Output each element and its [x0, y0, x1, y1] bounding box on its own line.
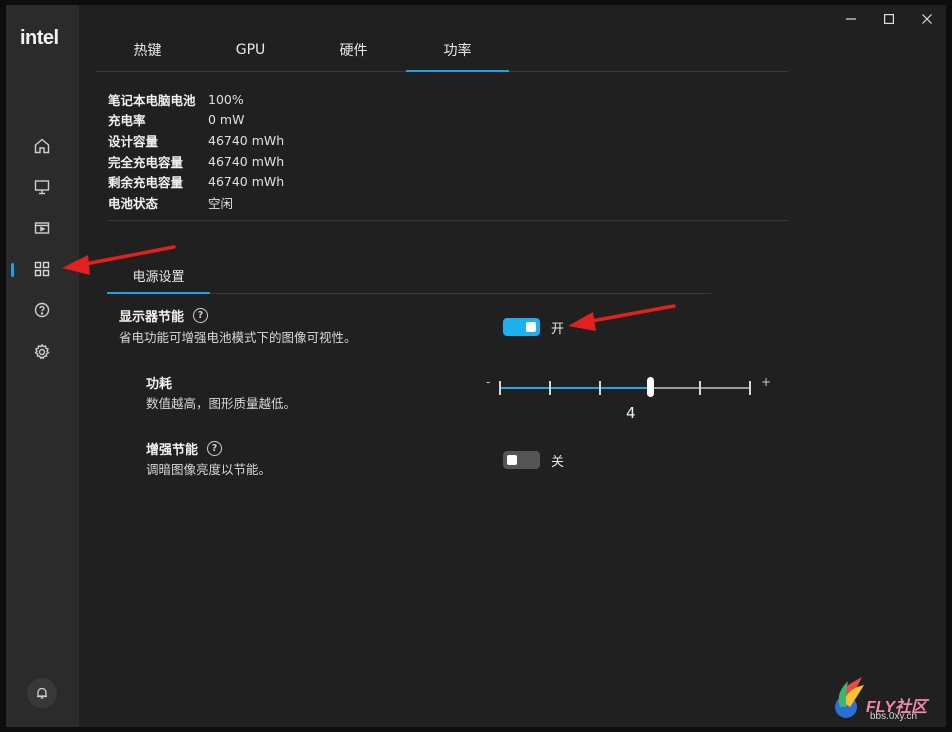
sidebar-item-video[interactable]: [28, 214, 56, 242]
maximize-icon: [884, 14, 894, 24]
battery-status-value: 空闲: [208, 195, 234, 211]
power-level-title: 功耗: [146, 377, 173, 392]
tab-power[interactable]: 功率: [406, 29, 509, 72]
charge-rate-label: 充电率: [108, 113, 146, 129]
watermark-subtext: bbs.0xy.cn: [870, 711, 918, 722]
full-charge-capacity-row: 完全充电容量 46740 mWh: [108, 151, 284, 172]
enhanced-saving-title: 增强节能: [146, 443, 199, 458]
monitor-icon: [34, 180, 50, 195]
charge-rate-row: 充电率 0 mW: [108, 110, 284, 131]
gear-icon: [34, 343, 50, 360]
active-indicator: [11, 263, 14, 277]
sidebar-item-help[interactable]: [28, 296, 56, 324]
sidebar-item-home[interactable]: [28, 132, 56, 160]
sidebar-item-display[interactable]: [28, 173, 56, 201]
slider-tick: [749, 381, 751, 395]
tab-hotkeys[interactable]: 热键: [96, 29, 199, 70]
slider-tick: [699, 381, 701, 395]
remaining-capacity-row: 剩余充电容量 46740 mWh: [108, 171, 284, 192]
design-capacity-row: 设计容量 46740 mWh: [108, 130, 284, 151]
battery-label: 笔记本电脑电池: [108, 92, 196, 108]
window-controls: [832, 5, 946, 33]
enhanced-saving-help-icon[interactable]: ?: [207, 441, 223, 456]
enhanced-saving-toggle[interactable]: [503, 451, 540, 469]
maximize-button[interactable]: [870, 5, 908, 33]
section-divider: [108, 220, 788, 221]
toggle-knob: [507, 455, 517, 465]
power-level-slider: - + 4: [486, 371, 776, 422]
sidebar-item-apps[interactable]: [28, 255, 56, 283]
close-icon: [922, 14, 932, 24]
design-capacity-label: 设计容量: [108, 133, 159, 149]
minimize-button[interactable]: [832, 5, 870, 33]
slider-tick: [599, 381, 601, 395]
full-charge-capacity-label: 完全充电容量: [108, 154, 184, 170]
intel-logo: intel: [20, 27, 59, 49]
watermark: FLY社区 bbs.0xy.cn: [826, 673, 950, 729]
sidebar: intel: [6, 5, 79, 727]
tab-gpu[interactable]: GPU: [199, 29, 302, 70]
display-saving-toggle[interactable]: [503, 318, 540, 336]
notification-button[interactable]: [27, 678, 57, 708]
close-button[interactable]: [908, 5, 946, 33]
slider-track-fill: [500, 387, 650, 389]
battery-row: 笔记本电脑电池 100%: [108, 89, 284, 110]
toggle-knob: [526, 322, 536, 332]
slider-tick: [549, 381, 551, 395]
power-subtabs: 电源设置: [107, 258, 711, 294]
slider-decrease-button[interactable]: -: [486, 375, 490, 389]
enhanced-saving-description: 调暗图像亮度以节能。: [146, 462, 272, 477]
watermark-logo-icon: [835, 677, 864, 718]
bell-icon: [37, 687, 47, 699]
grid-apps-icon: [34, 261, 50, 277]
display-saving-help-icon[interactable]: ?: [193, 308, 209, 323]
app-window: intel 热键 GPU 硬件 功率 笔记本电脑电池 100% 充电率 0 mW…: [6, 5, 946, 727]
minimize-icon: [846, 18, 856, 20]
sidebar-item-settings[interactable]: [28, 338, 56, 366]
charge-rate-value: 0 mW: [208, 112, 245, 128]
battery-status-label: 电池状态: [108, 195, 159, 211]
power-level-title-row: 功耗: [146, 373, 172, 392]
display-saving-toggle-label: 开: [551, 322, 565, 337]
remaining-capacity-label: 剩余充电容量: [108, 175, 184, 191]
display-saving-title-row: 显示器节能 ?: [119, 306, 209, 325]
display-saving-title: 显示器节能: [119, 310, 185, 325]
slider-tick: [499, 381, 501, 395]
battery-info: 笔记本电脑电池 100% 充电率 0 mW 设计容量 46740 mWh 完全充…: [108, 89, 284, 213]
full-charge-capacity-value: 46740 mWh: [208, 153, 285, 169]
tab-power-settings[interactable]: 电源设置: [107, 258, 210, 294]
help-circle-icon: [34, 302, 50, 318]
enhanced-saving-toggle-label: 关: [551, 455, 565, 470]
main-tabs: 热键 GPU 硬件 功率: [96, 29, 788, 72]
remaining-capacity-value: 46740 mWh: [208, 174, 285, 190]
battery-value: 100%: [208, 91, 244, 107]
slider-value: 4: [626, 404, 636, 422]
display-saving-description: 省电功能可增强电池模式下的图像可视性。: [119, 330, 357, 345]
home-icon: [34, 138, 50, 154]
battery-status-row: 电池状态 空闲: [108, 192, 284, 213]
design-capacity-value: 46740 mWh: [208, 132, 285, 148]
power-level-description: 数值越高，图形质量越低。: [146, 396, 297, 411]
tab-hardware[interactable]: 硬件: [302, 29, 405, 70]
slider-increase-button[interactable]: +: [761, 375, 771, 389]
video-icon: [34, 222, 50, 234]
enhanced-saving-title-row: 增强节能 ?: [146, 439, 223, 458]
slider-thumb[interactable]: [646, 377, 654, 397]
